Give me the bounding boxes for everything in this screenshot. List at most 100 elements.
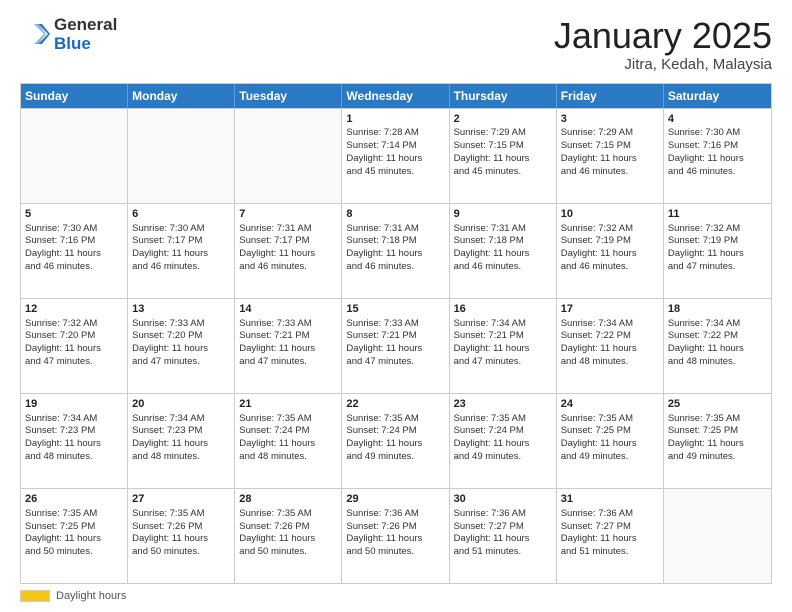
day-info-line: Sunset: 7:21 PM — [346, 330, 444, 343]
day-number: 13 — [132, 302, 230, 317]
day-info-line: Sunset: 7:22 PM — [561, 330, 659, 343]
day-info-line: Sunrise: 7:34 AM — [132, 413, 230, 426]
day-number: 18 — [668, 302, 767, 317]
day-number: 20 — [132, 397, 230, 412]
day-cell-22: 22Sunrise: 7:35 AMSunset: 7:24 PMDayligh… — [342, 394, 449, 488]
day-number: 2 — [454, 112, 552, 127]
logo-text: General Blue — [54, 16, 117, 53]
day-info-line: and 46 minutes. — [668, 166, 767, 179]
logo-general-text: General — [54, 16, 117, 35]
day-number: 22 — [346, 397, 444, 412]
day-cell-17: 17Sunrise: 7:34 AMSunset: 7:22 PMDayligh… — [557, 299, 664, 393]
day-info-line: Daylight: 11 hours — [561, 153, 659, 166]
day-cell-21: 21Sunrise: 7:35 AMSunset: 7:24 PMDayligh… — [235, 394, 342, 488]
day-cell-3: 3Sunrise: 7:29 AMSunset: 7:15 PMDaylight… — [557, 109, 664, 203]
day-info-line: and 45 minutes. — [454, 166, 552, 179]
day-number: 10 — [561, 207, 659, 222]
calendar-body: 1Sunrise: 7:28 AMSunset: 7:14 PMDaylight… — [21, 108, 771, 583]
day-info-line: Sunrise: 7:30 AM — [25, 223, 123, 236]
day-number: 3 — [561, 112, 659, 127]
day-info-line: Sunset: 7:19 PM — [561, 235, 659, 248]
day-info-line: Sunrise: 7:34 AM — [454, 318, 552, 331]
day-info-line: Sunrise: 7:33 AM — [132, 318, 230, 331]
day-info-line: and 49 minutes. — [454, 451, 552, 464]
day-cell-12: 12Sunrise: 7:32 AMSunset: 7:20 PMDayligh… — [21, 299, 128, 393]
day-info-line: Daylight: 11 hours — [346, 153, 444, 166]
day-info-line: Sunset: 7:26 PM — [132, 521, 230, 534]
day-info-line: and 50 minutes. — [25, 546, 123, 559]
day-info-line: Daylight: 11 hours — [561, 533, 659, 546]
day-info-line: Sunrise: 7:30 AM — [668, 127, 767, 140]
day-info-line: Sunset: 7:16 PM — [25, 235, 123, 248]
day-info-line: and 49 minutes. — [346, 451, 444, 464]
day-number: 19 — [25, 397, 123, 412]
day-cell-2: 2Sunrise: 7:29 AMSunset: 7:15 PMDaylight… — [450, 109, 557, 203]
day-info-line: Sunrise: 7:35 AM — [132, 508, 230, 521]
day-info-line: Sunset: 7:14 PM — [346, 140, 444, 153]
footer: Daylight hours — [20, 590, 772, 602]
day-info-line: Daylight: 11 hours — [668, 438, 767, 451]
day-info-line: Daylight: 11 hours — [239, 248, 337, 261]
day-info-line: Sunrise: 7:36 AM — [454, 508, 552, 521]
day-cell-26: 26Sunrise: 7:35 AMSunset: 7:25 PMDayligh… — [21, 489, 128, 583]
empty-cell-0-0 — [21, 109, 128, 203]
day-info-line: Sunset: 7:24 PM — [346, 425, 444, 438]
day-info-line: Daylight: 11 hours — [454, 533, 552, 546]
day-info-line: Sunrise: 7:28 AM — [346, 127, 444, 140]
day-info-line: and 46 minutes. — [561, 166, 659, 179]
day-number: 8 — [346, 207, 444, 222]
page: General Blue January 2025 Jitra, Kedah, … — [0, 0, 792, 612]
day-info-line: Sunset: 7:24 PM — [454, 425, 552, 438]
day-cell-4: 4Sunrise: 7:30 AMSunset: 7:16 PMDaylight… — [664, 109, 771, 203]
day-info-line: Sunset: 7:25 PM — [668, 425, 767, 438]
header-day-sunday: Sunday — [21, 84, 128, 108]
day-info-line: and 46 minutes. — [346, 261, 444, 274]
day-cell-23: 23Sunrise: 7:35 AMSunset: 7:24 PMDayligh… — [450, 394, 557, 488]
day-info-line: Sunrise: 7:33 AM — [239, 318, 337, 331]
empty-cell-0-1 — [128, 109, 235, 203]
day-info-line: Sunset: 7:21 PM — [239, 330, 337, 343]
day-cell-10: 10Sunrise: 7:32 AMSunset: 7:19 PMDayligh… — [557, 204, 664, 298]
day-info-line: Daylight: 11 hours — [668, 153, 767, 166]
title-month: January 2025 — [554, 16, 772, 56]
day-cell-27: 27Sunrise: 7:35 AMSunset: 7:26 PMDayligh… — [128, 489, 235, 583]
day-info-line: Daylight: 11 hours — [132, 438, 230, 451]
day-cell-30: 30Sunrise: 7:36 AMSunset: 7:27 PMDayligh… — [450, 489, 557, 583]
day-info-line: Daylight: 11 hours — [561, 343, 659, 356]
day-info-line: Sunset: 7:25 PM — [25, 521, 123, 534]
day-number: 23 — [454, 397, 552, 412]
header-day-friday: Friday — [557, 84, 664, 108]
day-info-line: Daylight: 11 hours — [346, 343, 444, 356]
day-cell-14: 14Sunrise: 7:33 AMSunset: 7:21 PMDayligh… — [235, 299, 342, 393]
day-cell-24: 24Sunrise: 7:35 AMSunset: 7:25 PMDayligh… — [557, 394, 664, 488]
day-number: 21 — [239, 397, 337, 412]
day-number: 15 — [346, 302, 444, 317]
day-info-line: Sunrise: 7:31 AM — [239, 223, 337, 236]
day-info-line: Daylight: 11 hours — [561, 248, 659, 261]
calendar-row-1: 5Sunrise: 7:30 AMSunset: 7:16 PMDaylight… — [21, 203, 771, 298]
day-cell-25: 25Sunrise: 7:35 AMSunset: 7:25 PMDayligh… — [664, 394, 771, 488]
day-info-line: Daylight: 11 hours — [132, 533, 230, 546]
day-info-line: Sunset: 7:25 PM — [561, 425, 659, 438]
day-number: 11 — [668, 207, 767, 222]
day-info-line: and 50 minutes. — [132, 546, 230, 559]
header-day-tuesday: Tuesday — [235, 84, 342, 108]
day-info-line: Sunrise: 7:36 AM — [346, 508, 444, 521]
day-info-line: and 47 minutes. — [132, 356, 230, 369]
day-info-line: Sunrise: 7:33 AM — [346, 318, 444, 331]
calendar-row-0: 1Sunrise: 7:28 AMSunset: 7:14 PMDaylight… — [21, 108, 771, 203]
day-info-line: Sunset: 7:20 PM — [25, 330, 123, 343]
day-info-line: Sunset: 7:23 PM — [132, 425, 230, 438]
day-info-line: and 48 minutes. — [239, 451, 337, 464]
logo: General Blue — [20, 16, 117, 53]
day-info-line: Sunrise: 7:29 AM — [454, 127, 552, 140]
title-block: January 2025 Jitra, Kedah, Malaysia — [554, 16, 772, 73]
empty-cell-0-2 — [235, 109, 342, 203]
day-cell-5: 5Sunrise: 7:30 AMSunset: 7:16 PMDaylight… — [21, 204, 128, 298]
day-info-line: Sunset: 7:22 PM — [668, 330, 767, 343]
day-info-line: Daylight: 11 hours — [454, 153, 552, 166]
day-info-line: Sunset: 7:18 PM — [346, 235, 444, 248]
day-number: 27 — [132, 492, 230, 507]
day-info-line: Daylight: 11 hours — [454, 248, 552, 261]
day-cell-16: 16Sunrise: 7:34 AMSunset: 7:21 PMDayligh… — [450, 299, 557, 393]
